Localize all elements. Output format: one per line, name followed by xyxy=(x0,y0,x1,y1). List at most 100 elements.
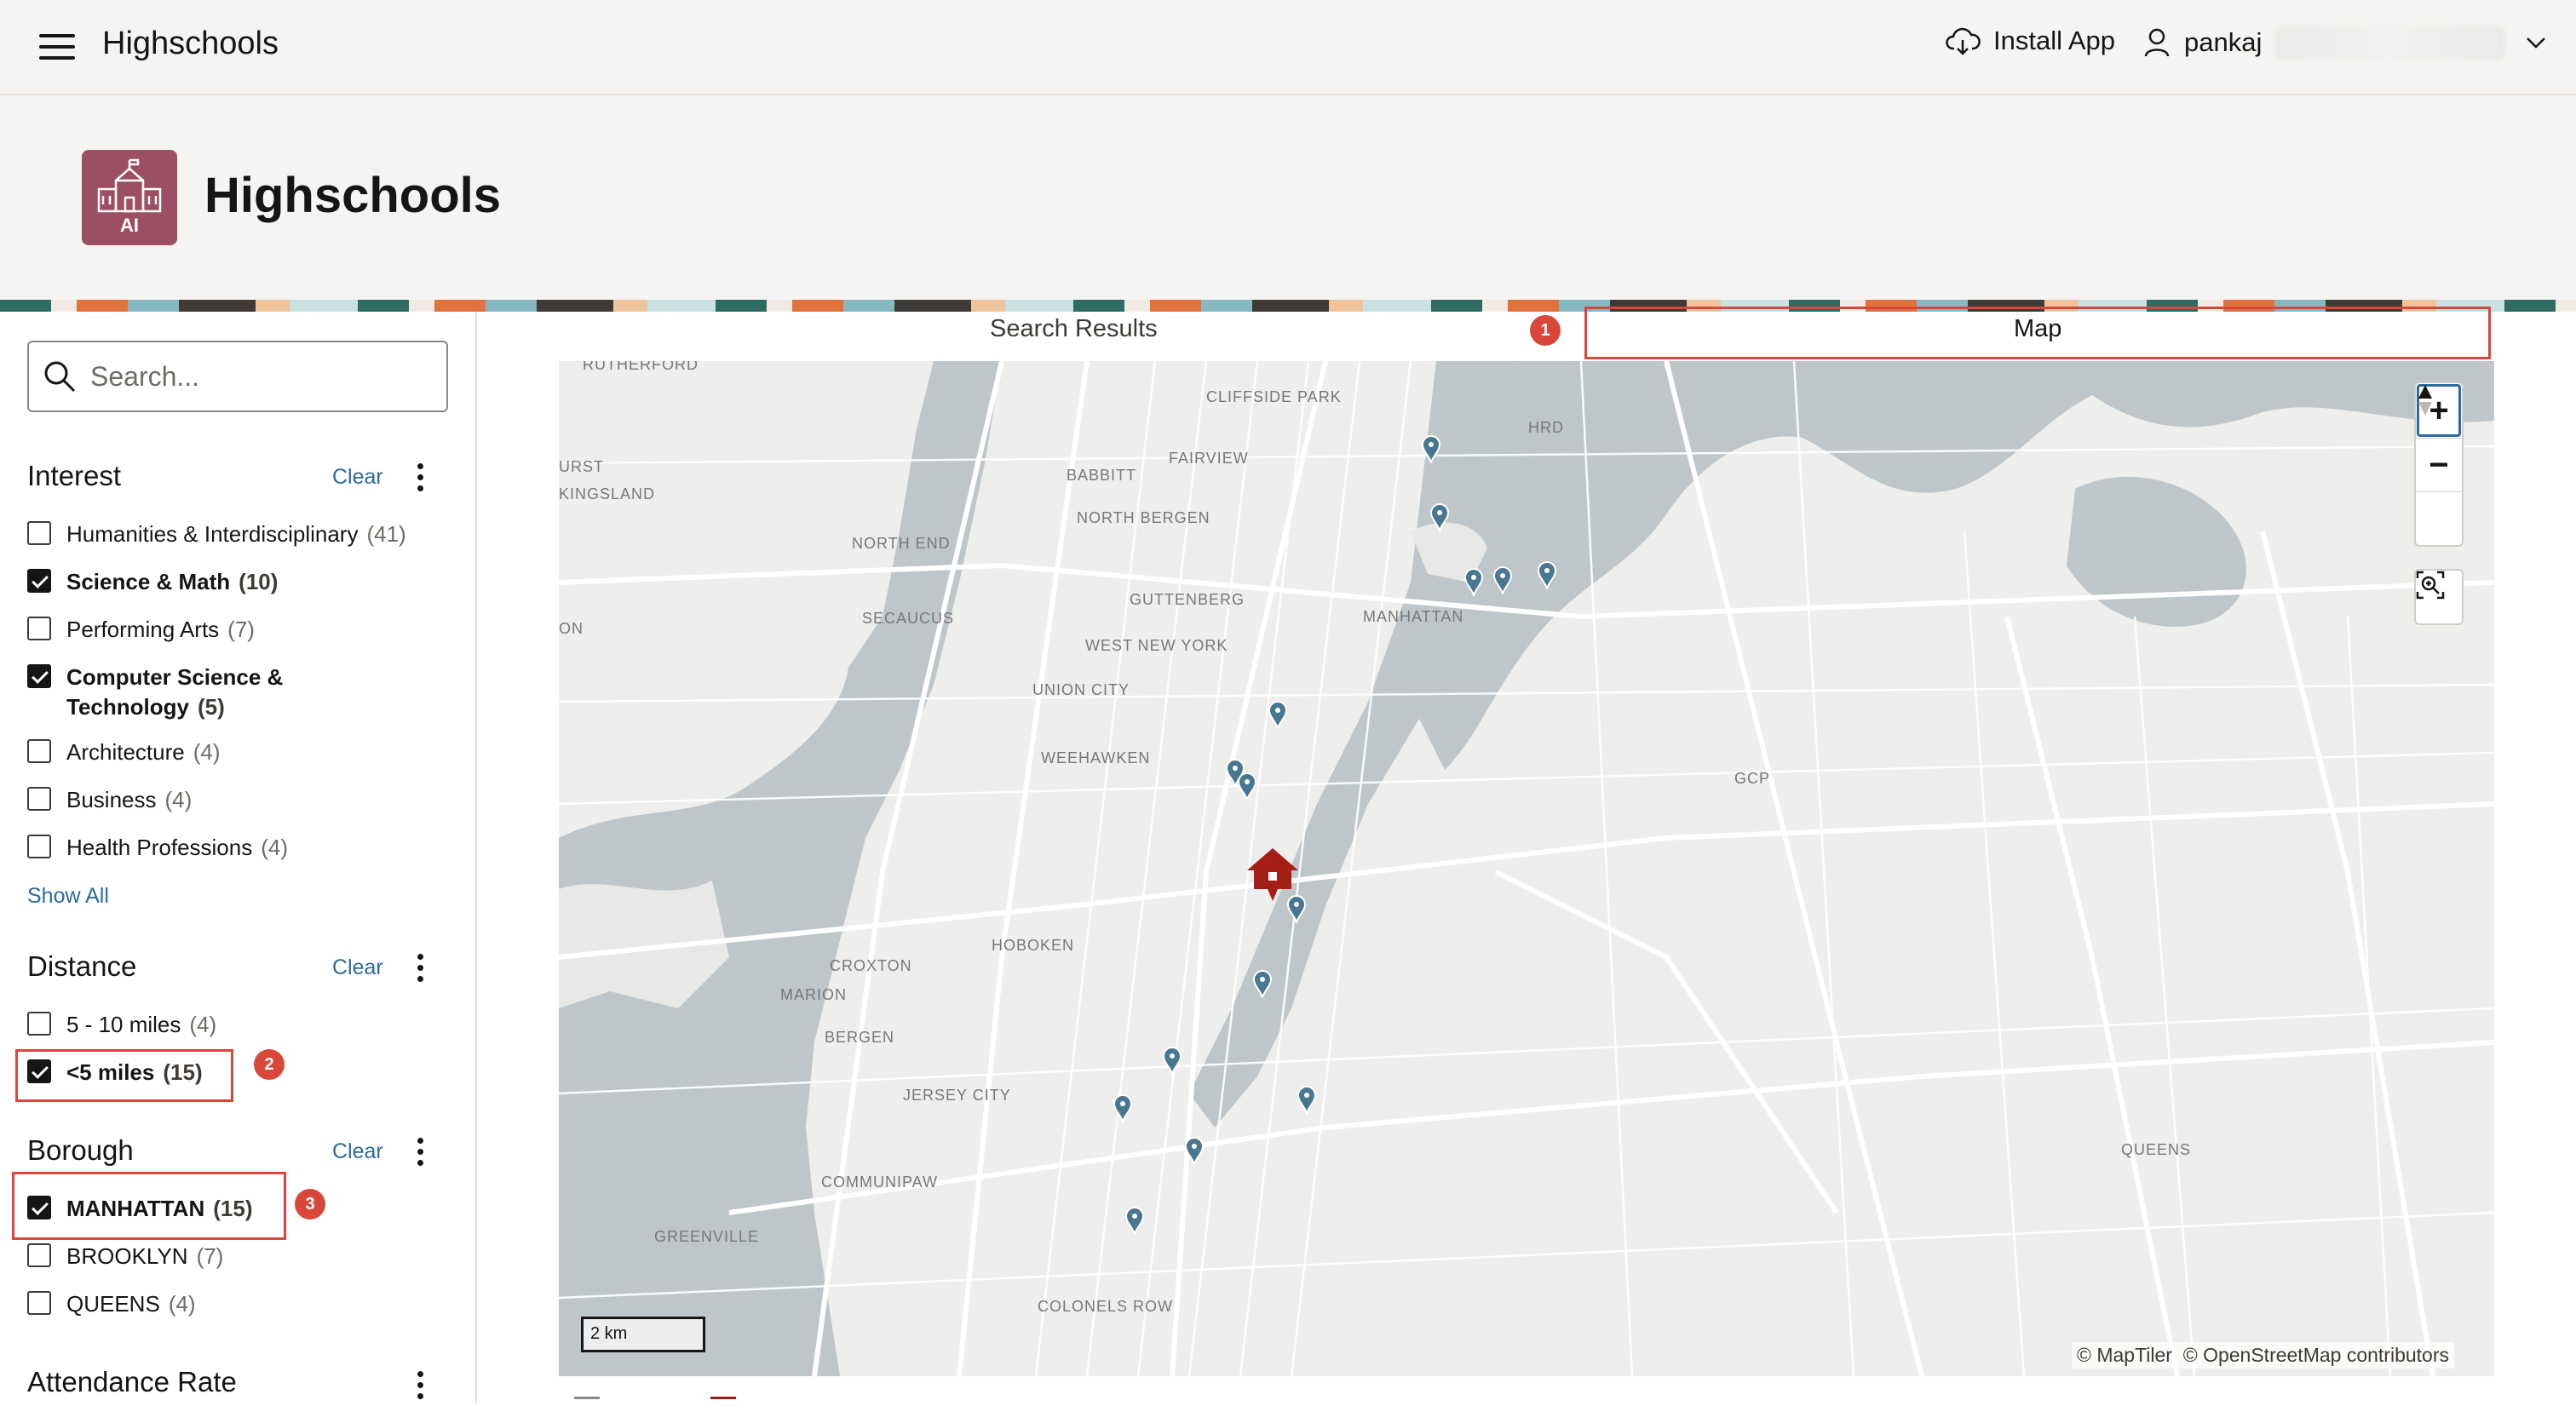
top-bar: Highschools Install App pankaj xyxy=(0,0,2576,95)
borough-option-queens[interactable]: QUEENS (4) xyxy=(27,1291,196,1317)
zoom-to-fit-button[interactable] xyxy=(2416,571,2462,623)
menu-icon[interactable] xyxy=(39,34,75,60)
checkbox[interactable] xyxy=(27,1243,51,1267)
legend-fragment xyxy=(710,1397,736,1406)
compass-icon xyxy=(2418,385,2432,416)
attendance-more-icon[interactable] xyxy=(417,1371,426,1404)
interest-option-health[interactable]: Health Professions (4) xyxy=(27,835,288,861)
user-menu[interactable]: pankaj xyxy=(2143,26,2546,60)
tab-search-results[interactable]: Search Results xyxy=(990,315,1158,343)
compass-button[interactable] xyxy=(2416,385,2462,545)
option-label: Architecture xyxy=(66,739,185,765)
map-label: BABBITT xyxy=(1067,467,1137,484)
option-label: QUEENS xyxy=(66,1291,160,1317)
distance-more-icon[interactable] xyxy=(417,954,426,987)
app-icon-badge: AI xyxy=(120,215,139,236)
borough-more-icon[interactable] xyxy=(417,1138,426,1171)
map-label: QUEENS xyxy=(2121,1141,2192,1158)
redacted-user-info xyxy=(2275,26,2506,60)
borough-facet-title: Borough xyxy=(27,1134,134,1166)
map-label: FAIRVIEW xyxy=(1169,450,1249,467)
checkbox[interactable] xyxy=(27,521,51,545)
option-count: (4) xyxy=(261,835,289,860)
attendance-facet-title: Attendance Rate xyxy=(27,1366,237,1397)
checkbox[interactable] xyxy=(27,739,51,763)
school-app-icon: AI xyxy=(82,150,177,245)
map-label: WEEHAWKEN xyxy=(1041,749,1151,766)
interest-option-humanities[interactable]: Humanities & Interdisciplinary (41) xyxy=(27,521,406,548)
option-count: (5) xyxy=(197,694,225,720)
osm-attribution[interactable]: © OpenStreetMap contributors xyxy=(2183,1344,2449,1366)
app-name[interactable]: Highschools xyxy=(102,26,279,62)
map-label: HOBOKEN xyxy=(992,937,1075,954)
option-label: Health Professions xyxy=(66,835,253,860)
interest-option-science-math[interactable]: Science & Math (10) xyxy=(27,569,278,595)
install-app-label: Install App xyxy=(1993,26,2116,55)
checkbox[interactable] xyxy=(27,787,51,811)
map-label: NORTH END xyxy=(852,535,951,552)
callout-badge-2: 2 xyxy=(254,1049,285,1080)
checkbox[interactable] xyxy=(27,617,51,640)
tab-map[interactable]: Map xyxy=(2014,315,2061,343)
option-count: (41) xyxy=(366,521,406,547)
option-count: (4) xyxy=(193,739,221,765)
fit-bounds-control xyxy=(2414,569,2464,625)
cloud-download-icon xyxy=(1946,27,1981,55)
checkbox[interactable] xyxy=(27,835,51,858)
interest-clear-button[interactable]: Clear xyxy=(332,465,383,490)
option-count: (4) xyxy=(168,1291,196,1317)
map-label: WEST NEW YORK xyxy=(1085,637,1228,654)
zoom-to-fit-icon xyxy=(2416,571,2445,600)
option-label-line2: Technology xyxy=(66,694,189,720)
map-label: CROXTON xyxy=(830,957,912,974)
map-label: ON xyxy=(559,620,584,637)
schools-map[interactable]: RUTHERFORD CLIFFSIDE PARK FAIRVIEW BABBI… xyxy=(559,361,2494,1376)
checkbox[interactable] xyxy=(27,1291,51,1315)
distance-facet-title: Distance xyxy=(27,950,137,982)
show-all-link[interactable]: Show All xyxy=(27,884,109,909)
interest-option-performing-arts[interactable]: Performing Arts (7) xyxy=(27,617,255,643)
option-label: Business xyxy=(66,787,157,812)
map-label: MANHATTAN xyxy=(1363,608,1464,625)
borough-option-brooklyn[interactable]: BROOKLYN (7) xyxy=(27,1243,223,1270)
maptiler-attribution[interactable]: © MapTiler xyxy=(2077,1344,2172,1366)
page-header: AI Highschools xyxy=(0,95,2576,300)
search-input[interactable] xyxy=(89,359,433,393)
map-label: COLONELS ROW xyxy=(1038,1298,1174,1315)
checkbox-checked[interactable] xyxy=(27,664,51,688)
chevron-down-icon[interactable] xyxy=(2526,36,2546,49)
map-label: URST xyxy=(559,458,604,475)
map-label: NORTH BERGEN xyxy=(1077,509,1210,526)
filter-sidebar: Interest Clear Humanities & Interdiscipl… xyxy=(0,312,477,1403)
option-count: (7) xyxy=(196,1243,224,1269)
zoom-controls: + − xyxy=(2414,382,2464,547)
map-attribution: © MapTiler © OpenStreetMap contributors xyxy=(2072,1342,2454,1369)
callout-box-2 xyxy=(15,1049,233,1102)
checkbox-checked[interactable] xyxy=(27,569,51,593)
option-label: Computer Science & xyxy=(66,664,284,690)
callout-box-3 xyxy=(12,1172,286,1240)
install-app-button[interactable]: Install App xyxy=(1946,26,2115,56)
map-label: RUTHERFORD xyxy=(583,361,699,373)
distance-clear-button[interactable]: Clear xyxy=(332,956,383,980)
map-label: SECAUCUS xyxy=(862,610,955,627)
map-label: GCP xyxy=(1734,770,1771,787)
user-icon xyxy=(2144,28,2170,57)
map-scale: 2 km xyxy=(581,1317,705,1352)
zoom-out-button[interactable]: − xyxy=(2416,438,2462,491)
map-label: GREENVILLE xyxy=(654,1228,760,1245)
option-label: Science & Math xyxy=(66,569,231,594)
interest-more-icon[interactable] xyxy=(417,463,426,496)
map-base-layer xyxy=(559,361,2494,1376)
interest-option-computer-science[interactable]: Computer Science & Technology (5) xyxy=(27,664,283,720)
checkbox[interactable] xyxy=(27,1012,51,1036)
view-tabs: Search Results 1 Map xyxy=(477,307,2576,359)
borough-clear-button[interactable]: Clear xyxy=(332,1139,383,1164)
interest-option-architecture[interactable]: Architecture (4) xyxy=(27,739,221,766)
interest-option-business[interactable]: Business (4) xyxy=(27,787,192,813)
search-box xyxy=(27,341,448,412)
distance-option-5-10[interactable]: 5 - 10 miles (4) xyxy=(27,1012,216,1038)
option-label: 5 - 10 miles xyxy=(66,1012,181,1037)
option-label: Humanities & Interdisciplinary xyxy=(66,521,359,547)
map-label: MARION xyxy=(780,986,847,1003)
